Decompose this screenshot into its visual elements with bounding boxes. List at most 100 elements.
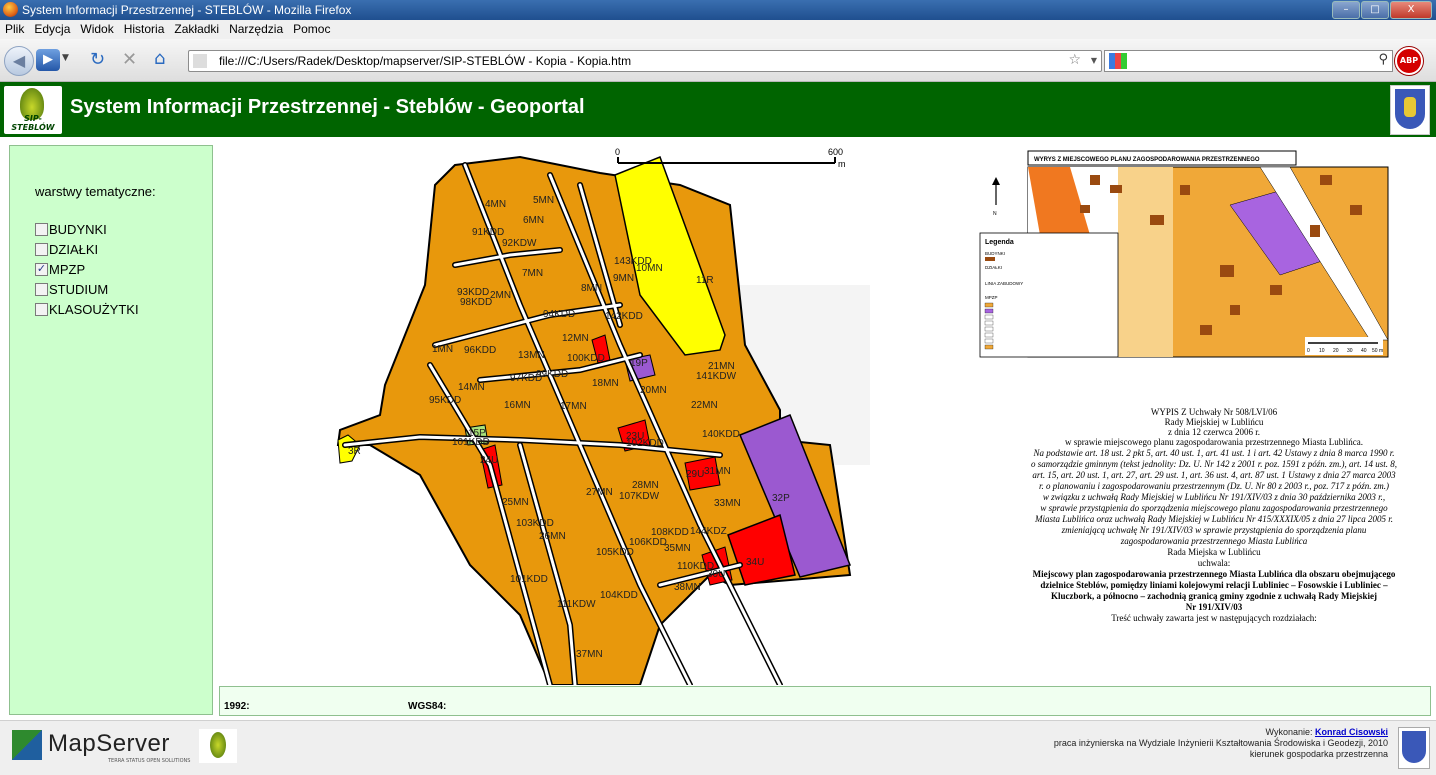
layer-checkbox[interactable] [35, 303, 48, 316]
menu-bar: Plik Edycja Widok Historia Zakładki Narzędzia… [0, 20, 1436, 39]
parcel-label: 111KDW [557, 599, 596, 610]
scale-end: 600 [828, 147, 843, 157]
firefox-icon [3, 2, 18, 17]
svg-text:0: 0 [1307, 348, 1310, 354]
parcel-label: 94KDD [543, 309, 575, 320]
svg-text:uchwala:: uchwala: [1198, 558, 1230, 568]
parcel-label: 96KDD [464, 345, 496, 356]
forward-button[interactable]: ▶ [36, 49, 60, 71]
svg-text:Kluczbork, a północno – zachod: Kluczbork, a północno – zachodnią granic… [1051, 591, 1377, 601]
parcel-label: 7MN [522, 268, 543, 279]
parcel-label: 29U [686, 469, 704, 480]
svg-text:20: 20 [1333, 348, 1339, 354]
menu-plik[interactable]: Plik [0, 20, 29, 36]
menu-narzedzia[interactable]: Narzędzia [224, 20, 288, 36]
menu-edycja[interactable]: Edycja [29, 20, 75, 36]
parcel-label: 13MN [518, 350, 545, 361]
layer-checkbox[interactable] [35, 243, 48, 256]
inset-north: N [993, 211, 997, 217]
svg-text:Miasta Lublińca oraz uchwałą R: Miasta Lublińca oraz uchwałą Rady Miejsk… [1034, 514, 1393, 524]
parcel-label: 4MN [485, 199, 506, 210]
mapserver-subtitle: TERRA STATUS OPEN SOLUTIONS [108, 758, 191, 764]
search-icon[interactable]: ⚲ [1378, 52, 1388, 67]
parcel-label: 8MN [581, 283, 602, 294]
layer-dzialki[interactable]: DZIAŁKI [35, 242, 98, 257]
layer-checkbox[interactable] [35, 283, 48, 296]
window-titlebar: System Informacji Przestrzennej - STEBLÓ… [0, 0, 1436, 20]
parcel-label: 100KDD [567, 353, 605, 364]
layer-klasouzytki[interactable]: KLASOUŻYTKI [35, 302, 139, 317]
parcel-label: 91KDD [472, 227, 504, 238]
close-button[interactable]: X [1390, 1, 1432, 19]
layer-studium[interactable]: STUDIUM [35, 282, 108, 297]
reload-icon[interactable]: ↻ [90, 49, 105, 70]
search-box[interactable]: ⚲ [1104, 50, 1393, 72]
parcel-label: 106KDD [629, 537, 667, 548]
svg-text:Miejscowy plan zagospodarowani: Miejscowy plan zagospodarowania przestrz… [1033, 569, 1396, 579]
map-view[interactable]: 0 600 m 4MN 5MN 6MN 91KDD 92KDW 7MN 10MN… [220, 145, 1430, 685]
parcel-label: 95KDD [429, 395, 461, 406]
zoning-map[interactable]: 0 600 m 4MN 5MN 6MN 91KDD 92KDW 7MN 10MN… [220, 145, 1430, 685]
svg-text:10: 10 [1319, 348, 1325, 354]
coord-wgs84-label: WGS84: [408, 701, 447, 712]
parcel-label: 22MN [691, 400, 718, 411]
parcel-label: 142KDD [605, 311, 643, 322]
leaf-icon [210, 732, 226, 758]
parcel-label: 24U [480, 455, 498, 466]
svg-text:Rady Miejskiej w Lublińcu: Rady Miejskiej w Lublińcu [1165, 417, 1264, 427]
parcel-label: 19P [630, 358, 648, 369]
parcel-label: 6MN [523, 215, 544, 226]
parcel-label: 5MN [533, 195, 554, 206]
stop-icon[interactable]: ✕ [122, 49, 137, 70]
svg-text:w sprawie miejscowego planu za: w sprawie miejscowego planu zagospodarow… [1065, 437, 1363, 447]
search-engine-icon[interactable] [1109, 53, 1127, 69]
parcel-label: 2MN [490, 290, 511, 301]
adblock-plus-icon[interactable]: ABP [1395, 47, 1423, 75]
menu-widok[interactable]: Widok [75, 20, 118, 36]
bookmark-star-icon[interactable]: ☆ [1068, 52, 1081, 68]
menu-zakladki[interactable]: Zakładki [169, 20, 224, 36]
inset-map: WYRYS Z MIEJSCOWEGO PLANU ZAGOSPODAROWAN… [979, 150, 1389, 358]
parcel-label: 31MN [704, 466, 731, 477]
parcel-label: 20MN [640, 385, 667, 396]
svg-text:dzielnice Steblów, pomiędzy li: dzielnice Steblów, pomiędzy liniami kole… [1040, 580, 1388, 590]
address-bar[interactable]: file:///C:/Users/Radek/Desktop/mapserver… [188, 50, 1102, 72]
author-link[interactable]: Konrad Cisowski [1315, 727, 1388, 737]
url-text[interactable]: file:///C:/Users/Radek/Desktop/mapserver… [219, 54, 631, 68]
svg-text:art. 15, art. 20 ust. 1, art.: art. 15, art. 20 ust. 1, art. 27, art. 2… [1032, 470, 1396, 480]
layers-panel: warstwy tematyczne: BUDYNKI DZIAŁKI ✓ MPZ… [9, 145, 213, 715]
inset-title: WYRYS Z MIEJSCOWEGO PLANU ZAGOSPODAROWAN… [1034, 157, 1260, 163]
svg-text:w związku z uchwałą Rady Miejs: w związku z uchwałą Rady Miejskiej w Lub… [1043, 492, 1385, 502]
url-dropdown-icon[interactable]: ▼ [1091, 56, 1097, 65]
layer-checkbox-checked[interactable]: ✓ [35, 263, 48, 276]
coat-of-arms-icon [1398, 727, 1430, 769]
page-favicon [193, 54, 207, 68]
layer-budynki[interactable]: BUDYNKI [35, 222, 107, 237]
credits-line2: praca inżynierska na Wydziale Inżynierii… [1053, 738, 1388, 748]
navigation-toolbar: ◀ ▶ ▼ ↻ ✕ ⌂ file:///C:/Users/Radek/Deskt… [0, 39, 1436, 82]
mapserver-logo-text: MapServer [48, 730, 170, 757]
parcel-label: 18MN [592, 378, 619, 389]
parcel-label: 143KDD [614, 256, 652, 267]
svg-text:WYPIS Z Uchwały Nr 508/LVI/06: WYPIS Z Uchwały Nr 508/LVI/06 [1151, 407, 1278, 417]
parcel-label: 34U [746, 557, 764, 568]
scale-unit: m [838, 159, 846, 169]
parcel-label: 16MN [504, 400, 531, 411]
minimize-button[interactable]: – [1332, 1, 1360, 19]
parcel-label: 35MN [664, 543, 691, 554]
parcel-label: 141KDW [696, 371, 737, 382]
site-header: SIP-STEBLÓW System Informacji Przestrzen… [0, 82, 1436, 137]
parcel-label: 103KDD [516, 518, 554, 529]
inset-legend-item: BUDYNKI [985, 251, 1005, 256]
menu-pomoc[interactable]: Pomoc [288, 20, 335, 36]
layer-mpzp[interactable]: ✓ MPZP [35, 262, 85, 277]
maximize-button[interactable]: □ [1361, 1, 1389, 19]
coordinates-bar: 1992: WGS84: [219, 686, 1431, 716]
menu-historia[interactable]: Historia [119, 20, 170, 36]
parcel-label: 102KDD [626, 438, 664, 449]
parcel-label: 32P [772, 493, 790, 504]
layer-checkbox[interactable] [35, 223, 48, 236]
home-icon[interactable]: ⌂ [154, 48, 165, 69]
back-button[interactable]: ◀ [4, 46, 34, 76]
history-dropdown-icon[interactable]: ▼ [62, 53, 69, 63]
